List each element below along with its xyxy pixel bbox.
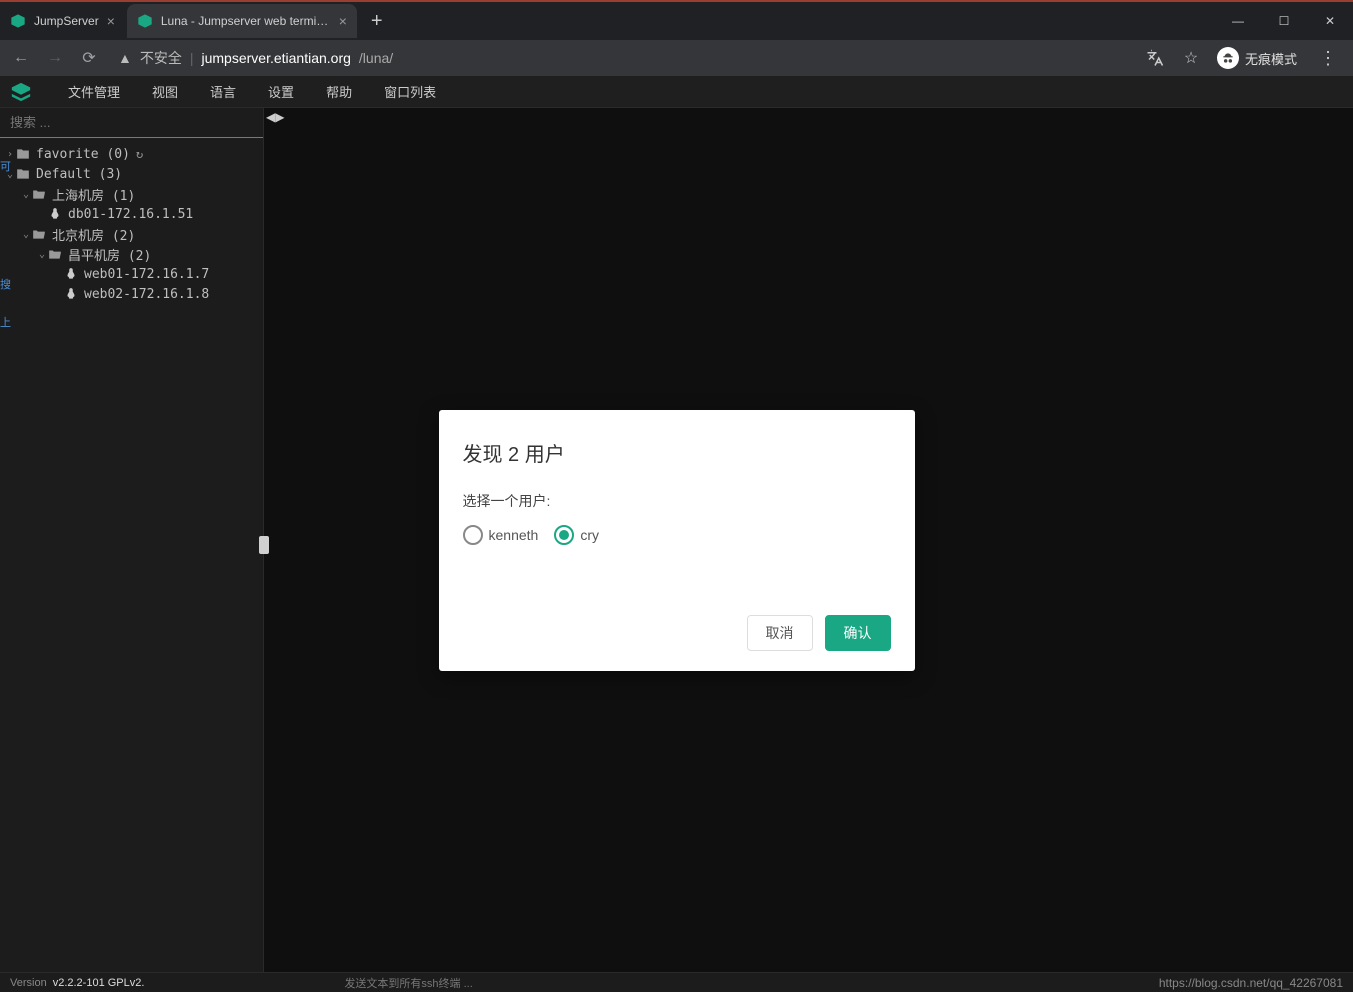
folder-open-icon (32, 227, 48, 241)
confirm-button[interactable]: 确认 (825, 615, 891, 651)
refresh-icon[interactable]: ↻ (136, 147, 143, 161)
close-icon[interactable]: × (339, 13, 347, 29)
nav-back-button[interactable]: ← (6, 43, 36, 73)
url-path: /luna/ (359, 50, 393, 66)
search-input[interactable] (10, 115, 253, 130)
tree-node-label: Default (3) (36, 167, 122, 182)
chevron-icon[interactable]: ⌄ (20, 229, 32, 240)
window-minimize-button[interactable]: — (1215, 5, 1261, 37)
tab-favicon-icon (10, 13, 26, 29)
incognito-chip[interactable]: 无痕模式 (1213, 47, 1301, 69)
linux-icon (64, 287, 80, 301)
tree-node-label: favorite (0) (36, 147, 130, 162)
radio-option-kenneth[interactable]: kenneth (463, 525, 539, 545)
url-field[interactable]: ▲ 不安全 | jumpserver.etiantian.org/luna/ (108, 48, 1137, 68)
menu-item-0[interactable]: 文件管理 (52, 76, 136, 107)
user-radio-group: kenneth cry (463, 525, 891, 545)
tree-node[interactable]: web01-172.16.1.7 (0, 264, 263, 284)
translate-icon[interactable] (1141, 44, 1169, 72)
status-bar: Version v2.2.2-101 GPLv2. 发送文本到所有ssh终端 .… (0, 972, 1353, 992)
folder-icon (16, 147, 32, 161)
tree-node[interactable]: ⌄ 上海机房 (1) (0, 184, 263, 204)
tree-node-label: db01-172.16.1.51 (68, 207, 193, 222)
menu-item-3[interactable]: 设置 (252, 76, 310, 107)
tree-node-label: 北京机房 (2) (52, 225, 135, 244)
tree-node-label: web02-172.16.1.8 (84, 287, 209, 302)
radio-icon (554, 525, 574, 545)
folder-open-icon (32, 187, 48, 201)
radio-option-cry[interactable]: cry (554, 525, 599, 545)
new-tab-button[interactable]: + (359, 10, 395, 33)
menu-item-4[interactable]: 帮助 (310, 76, 368, 107)
menu-item-2[interactable]: 语言 (194, 76, 252, 107)
chevron-icon[interactable]: ⌄ (4, 169, 16, 180)
search-box (0, 108, 263, 138)
chevron-icon[interactable]: › (4, 149, 16, 160)
tree-node[interactable]: ⌄ 北京机房 (2) (0, 224, 263, 244)
radio-icon (463, 525, 483, 545)
incognito-icon (1217, 47, 1239, 69)
version-text: v2.2.2-101 GPLv2. (53, 977, 145, 989)
drag-handle-icon[interactable] (259, 536, 269, 554)
asset-tree: › favorite (0) ↻ ⌄ Default (3) ⌄ 上海机房 (1) db01-… (0, 138, 263, 310)
version-prefix: Version (10, 977, 47, 989)
sidebar: › favorite (0) ↻ ⌄ Default (3) ⌄ 上海机房 (1) db01-… (0, 108, 264, 972)
panel-collapse-handles[interactable]: ◀▶ (266, 110, 284, 124)
linux-icon (48, 207, 64, 221)
user-select-dialog: 发现 2 用户 选择一个用户: kenneth cry 取消 确认 (439, 410, 915, 671)
security-label: 不安全 (140, 48, 182, 68)
window-close-button[interactable]: ✕ (1307, 5, 1353, 37)
browser-address-bar: ← → ⟳ ▲ 不安全 | jumpserver.etiantian.org/l… (0, 40, 1353, 76)
tree-node[interactable]: ⌄ Default (3) (0, 164, 263, 184)
tab-title: Luna - Jumpserver web termin… (161, 14, 331, 28)
url-host: jumpserver.etiantian.org (202, 50, 351, 66)
browser-tabs-bar: JumpServer × Luna - Jumpserver web termi… (0, 0, 1353, 40)
radio-label: cry (580, 527, 599, 543)
incognito-label: 无痕模式 (1245, 49, 1297, 68)
tree-node[interactable]: web02-172.16.1.8 (0, 284, 263, 304)
dialog-prompt: 选择一个用户: (463, 491, 891, 511)
menu-item-5[interactable]: 窗口列表 (368, 76, 452, 107)
browser-menu-button[interactable]: ⋮ (1309, 48, 1347, 69)
tree-node[interactable]: ⌄ 昌平机房 (2) (0, 244, 263, 264)
browser-tab-jumpserver[interactable]: JumpServer × (0, 4, 125, 38)
linux-icon (64, 267, 80, 281)
folder-icon (16, 167, 32, 181)
menu-item-1[interactable]: 视图 (136, 76, 194, 107)
cancel-button[interactable]: 取消 (747, 615, 813, 651)
chevron-icon[interactable]: ⌄ (36, 249, 48, 260)
app-logo-icon[interactable] (6, 77, 36, 107)
folder-open-icon (48, 247, 64, 261)
tab-title: JumpServer (34, 14, 99, 28)
tab-favicon-icon (137, 13, 153, 29)
tree-node-label: 上海机房 (1) (52, 185, 135, 204)
app-menubar: 文件管理视图语言设置帮助窗口列表 (0, 76, 1353, 108)
tree-node[interactable]: › favorite (0) ↻ (0, 144, 263, 164)
nav-reload-button[interactable]: ⟳ (74, 43, 104, 73)
tree-node[interactable]: db01-172.16.1.51 (0, 204, 263, 224)
broadcast-input-hint[interactable]: 发送文本到所有ssh终端 ... (344, 975, 472, 991)
browser-tab-luna[interactable]: Luna - Jumpserver web termin… × (127, 4, 357, 38)
bookmark-icon[interactable]: ☆ (1177, 44, 1205, 72)
close-icon[interactable]: × (107, 13, 115, 29)
nav-forward-button[interactable]: → (40, 43, 70, 73)
tree-node-label: 昌平机房 (2) (68, 245, 151, 264)
tree-node-label: web01-172.16.1.7 (84, 267, 209, 282)
insecure-warning-icon: ▲ (118, 50, 132, 66)
radio-label: kenneth (489, 527, 539, 543)
dialog-title: 发现 2 用户 (463, 438, 891, 467)
chevron-icon[interactable]: ⌄ (20, 189, 32, 200)
window-maximize-button[interactable]: ☐ (1261, 5, 1307, 37)
watermark-text: https://blog.csdn.net/qq_42267081 (1159, 976, 1343, 990)
